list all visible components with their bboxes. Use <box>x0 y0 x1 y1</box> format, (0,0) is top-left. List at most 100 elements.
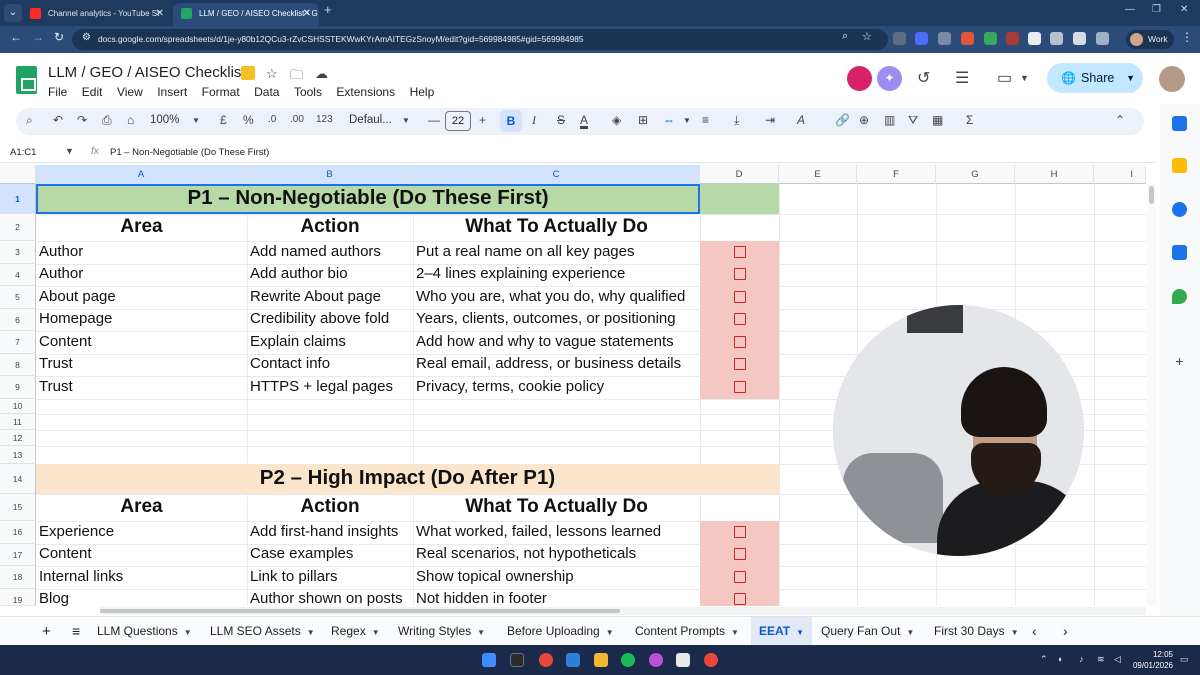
wifi-icon[interactable]: ≋ <box>1097 654 1105 665</box>
avatar[interactable] <box>1159 66 1185 92</box>
sheet-tab-regex[interactable]: Regex ▼ <box>331 617 380 646</box>
currency-format-button[interactable]: £ <box>220 113 227 127</box>
menu-help[interactable]: Help <box>410 85 435 99</box>
menu-tools[interactable]: Tools <box>294 85 322 99</box>
formula-input[interactable]: P1 – Non-Negotiable (Do These First) <box>110 147 269 158</box>
scroll-tabs-right-icon[interactable]: › <box>1063 617 1068 646</box>
decrease-font-size-icon[interactable]: — <box>428 113 440 127</box>
menu-data[interactable]: Data <box>254 85 279 99</box>
menu-file[interactable]: File <box>48 85 67 99</box>
row-header[interactable]: 6 <box>0 309 36 331</box>
chevron-down-icon[interactable]: ▼ <box>606 628 614 637</box>
cell-action[interactable]: HTTPS + legal pages <box>247 378 413 395</box>
print-icon[interactable]: ⎙ <box>102 113 112 128</box>
column-header[interactable]: G <box>936 165 1015 184</box>
scroll-tabs-left-icon[interactable]: ‹ <box>1032 617 1037 646</box>
menu-extensions[interactable]: Extensions <box>336 85 395 99</box>
text-color-button[interactable]: A <box>580 113 588 127</box>
cell-action[interactable]: Contact info <box>247 355 413 372</box>
reload-icon[interactable]: ↻ <box>54 30 64 44</box>
star-icon[interactable]: ☆ <box>266 66 278 82</box>
cell-action[interactable]: Credibility above fold <box>247 310 413 327</box>
cell-what[interactable]: Not hidden in footer <box>413 590 700 606</box>
row-header[interactable]: 1 <box>0 184 36 214</box>
chevron-down-icon[interactable]: ▼ <box>184 628 192 637</box>
header-area[interactable]: Area <box>36 216 247 238</box>
zoom-select[interactable]: 100% <box>150 114 179 126</box>
apps-script-icon[interactable] <box>241 66 255 80</box>
chevron-down-icon[interactable]: ▼ <box>731 628 739 637</box>
tray-app-icon[interactable]: ◐ <box>1058 654 1063 664</box>
browser-tab-sheets[interactable]: LLM / GEO / AISEO Checklist - G ✕ <box>173 3 319 26</box>
font-select[interactable]: Defaul... <box>349 114 392 126</box>
cell-what[interactable]: What worked, failed, lessons learned <box>413 523 700 540</box>
cell-action[interactable]: Add named authors <box>247 243 413 260</box>
checkbox[interactable] <box>734 268 746 280</box>
search-menus-icon[interactable]: ⌕ <box>26 113 33 128</box>
vertical-scrollbar[interactable] <box>1147 184 1156 606</box>
extension-icon[interactable] <box>1028 32 1041 45</box>
functions-button[interactable]: Σ <box>966 113 973 127</box>
borders-icon[interactable]: ⊞ <box>638 113 648 127</box>
row-header[interactable]: 19 <box>0 589 36 606</box>
header-action[interactable]: Action <box>247 496 413 518</box>
cell-action[interactable]: Link to pillars <box>247 568 413 585</box>
microphone-icon[interactable]: ♪ <box>1079 654 1084 664</box>
horizontal-scrollbar[interactable] <box>100 607 1146 615</box>
cell-what[interactable]: 2–4 lines explaining experience <box>413 265 700 282</box>
decrease-decimal-button[interactable]: .0 <box>268 114 276 125</box>
sheet-tab-llm-questions[interactable]: LLM Questions ▼ <box>97 617 192 646</box>
wordpress-icon[interactable] <box>676 653 690 667</box>
header-what[interactable]: What To Actually Do <box>413 216 700 238</box>
menu-view[interactable]: View <box>117 85 143 99</box>
cell-area[interactable]: Homepage <box>36 310 247 327</box>
menu-format[interactable]: Format <box>202 85 240 99</box>
back-icon[interactable]: ← <box>10 30 22 44</box>
maps-icon[interactable] <box>1172 289 1187 304</box>
column-header[interactable]: E <box>779 165 857 184</box>
row-header[interactable]: 14 <box>0 464 36 494</box>
extension-icon[interactable] <box>984 32 997 45</box>
column-header[interactable]: D <box>700 165 779 184</box>
header-action[interactable]: Action <box>247 216 413 238</box>
keep-icon[interactable] <box>1172 158 1187 173</box>
merge-cells-icon[interactable]: ⇔ <box>663 113 675 127</box>
name-box[interactable]: A1:C1 <box>10 147 36 158</box>
gemini-icon[interactable]: ✦ <box>877 66 902 91</box>
sheet-tab-eeat[interactable]: EEAT ▼ <box>751 617 813 646</box>
bookmark-star-icon[interactable]: ☆ <box>862 30 872 43</box>
row-header[interactable]: 2 <box>0 214 36 241</box>
chrome-icon[interactable] <box>539 653 553 667</box>
cell-area[interactable]: Trust <box>36 355 247 372</box>
cell-what[interactable]: Privacy, terms, cookie policy <box>413 378 700 395</box>
redo-icon[interactable]: ↷ <box>77 113 87 127</box>
checkbox[interactable] <box>734 571 746 583</box>
increase-decimal-button[interactable]: .00 <box>290 114 304 125</box>
sheet-tab-query-fan-out[interactable]: Query Fan Out ▼ <box>821 617 914 646</box>
history-icon[interactable]: ↺ <box>917 68 930 88</box>
extension-icon[interactable] <box>938 32 951 45</box>
insert-link-icon[interactable]: 🔗 <box>835 113 850 127</box>
p2-title[interactable]: P2 – High Impact (Do After P1) <box>36 466 779 490</box>
horizontal-align-icon[interactable]: ≡ <box>702 113 709 127</box>
collapse-toolbar-icon[interactable]: ⌃ <box>1115 113 1125 127</box>
insert-chart-icon[interactable]: ▥ <box>884 113 895 127</box>
chevron-down-icon[interactable]: ▼ <box>1020 73 1029 83</box>
cell-action[interactable]: Add author bio <box>247 265 413 282</box>
cell-what[interactable]: Show topical ownership <box>413 568 700 585</box>
filter-views-icon[interactable]: ▦ <box>932 113 943 127</box>
cell-action[interactable]: Case examples <box>247 545 413 562</box>
column-header[interactable]: I <box>1094 165 1146 184</box>
font-size-input[interactable]: 22 <box>445 111 471 131</box>
tasks-icon[interactable] <box>1172 202 1187 217</box>
profile-chip[interactable]: Work <box>1126 30 1174 49</box>
sheet-tab-llm-seo-assets[interactable]: LLM SEO Assets ▼ <box>210 617 315 646</box>
chevron-down-icon[interactable]: ▼ <box>65 146 74 156</box>
maximize-icon[interactable]: ❐ <box>1152 4 1161 15</box>
extension-icon[interactable] <box>1050 32 1063 45</box>
select-all-corner[interactable] <box>0 165 36 184</box>
checkbox[interactable] <box>734 313 746 325</box>
cell-area[interactable]: Trust <box>36 378 247 395</box>
cell-area[interactable]: Internal links <box>36 568 247 585</box>
cell-area[interactable]: Author <box>36 265 247 282</box>
